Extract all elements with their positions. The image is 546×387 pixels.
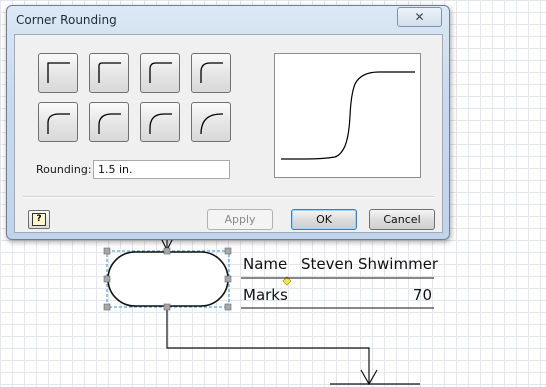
rounding-label: Rounding: [36, 163, 92, 176]
close-button[interactable]: ✕ [397, 7, 442, 27]
close-icon: ✕ [414, 10, 425, 24]
corner-preset-button-6[interactable] [89, 102, 129, 142]
rounding-preview-curve [281, 71, 415, 160]
corner-preset-button-8[interactable] [191, 102, 231, 142]
corner-round-small-icon [98, 62, 121, 83]
dialog-separator [23, 196, 434, 198]
cancel-button[interactable]: Cancel [369, 209, 435, 230]
rounding-input[interactable] [93, 160, 230, 179]
table-name-label: Name [243, 255, 288, 273]
corner-square-icon [47, 62, 70, 83]
corner-round-xxlarge-icon [98, 113, 121, 134]
help-icon: ? [32, 213, 46, 226]
corner-preset-button-1[interactable] [38, 53, 78, 93]
corner-preset-button-2[interactable] [89, 53, 129, 93]
corner-round-medium-icon [149, 62, 172, 83]
ok-button[interactable]: OK [291, 209, 357, 230]
corner-preset-button-3[interactable] [140, 53, 180, 93]
connector-line [166, 310, 370, 384]
table-marks-value: 70 [412, 286, 432, 304]
dialog-body: Rounding: ? Apply OK Cancel [14, 34, 443, 233]
dialog-title: Corner Rounding [16, 13, 117, 27]
table-marks-label: Marks [243, 286, 288, 304]
rounding-preview [274, 53, 421, 178]
corner-preset-button-5[interactable] [38, 102, 78, 142]
corner-round-xlarge-icon [47, 113, 70, 134]
apply-button[interactable]: Apply [207, 209, 273, 230]
corner-preset-button-7[interactable] [140, 102, 180, 142]
corner-rounding-dialog: Corner Rounding ✕ Rounding: 1.5 in. ? Ap… [6, 5, 450, 240]
help-button[interactable]: ? [28, 210, 50, 229]
corner-round-xxxlarge-icon [149, 113, 172, 134]
corner-preset-button-4[interactable] [191, 53, 231, 93]
rounded-shape [107, 251, 229, 307]
corner-round-large-icon [200, 62, 223, 83]
corner-round-max-icon [200, 113, 223, 135]
table-name-value: Steven Shwimmer [301, 255, 439, 273]
